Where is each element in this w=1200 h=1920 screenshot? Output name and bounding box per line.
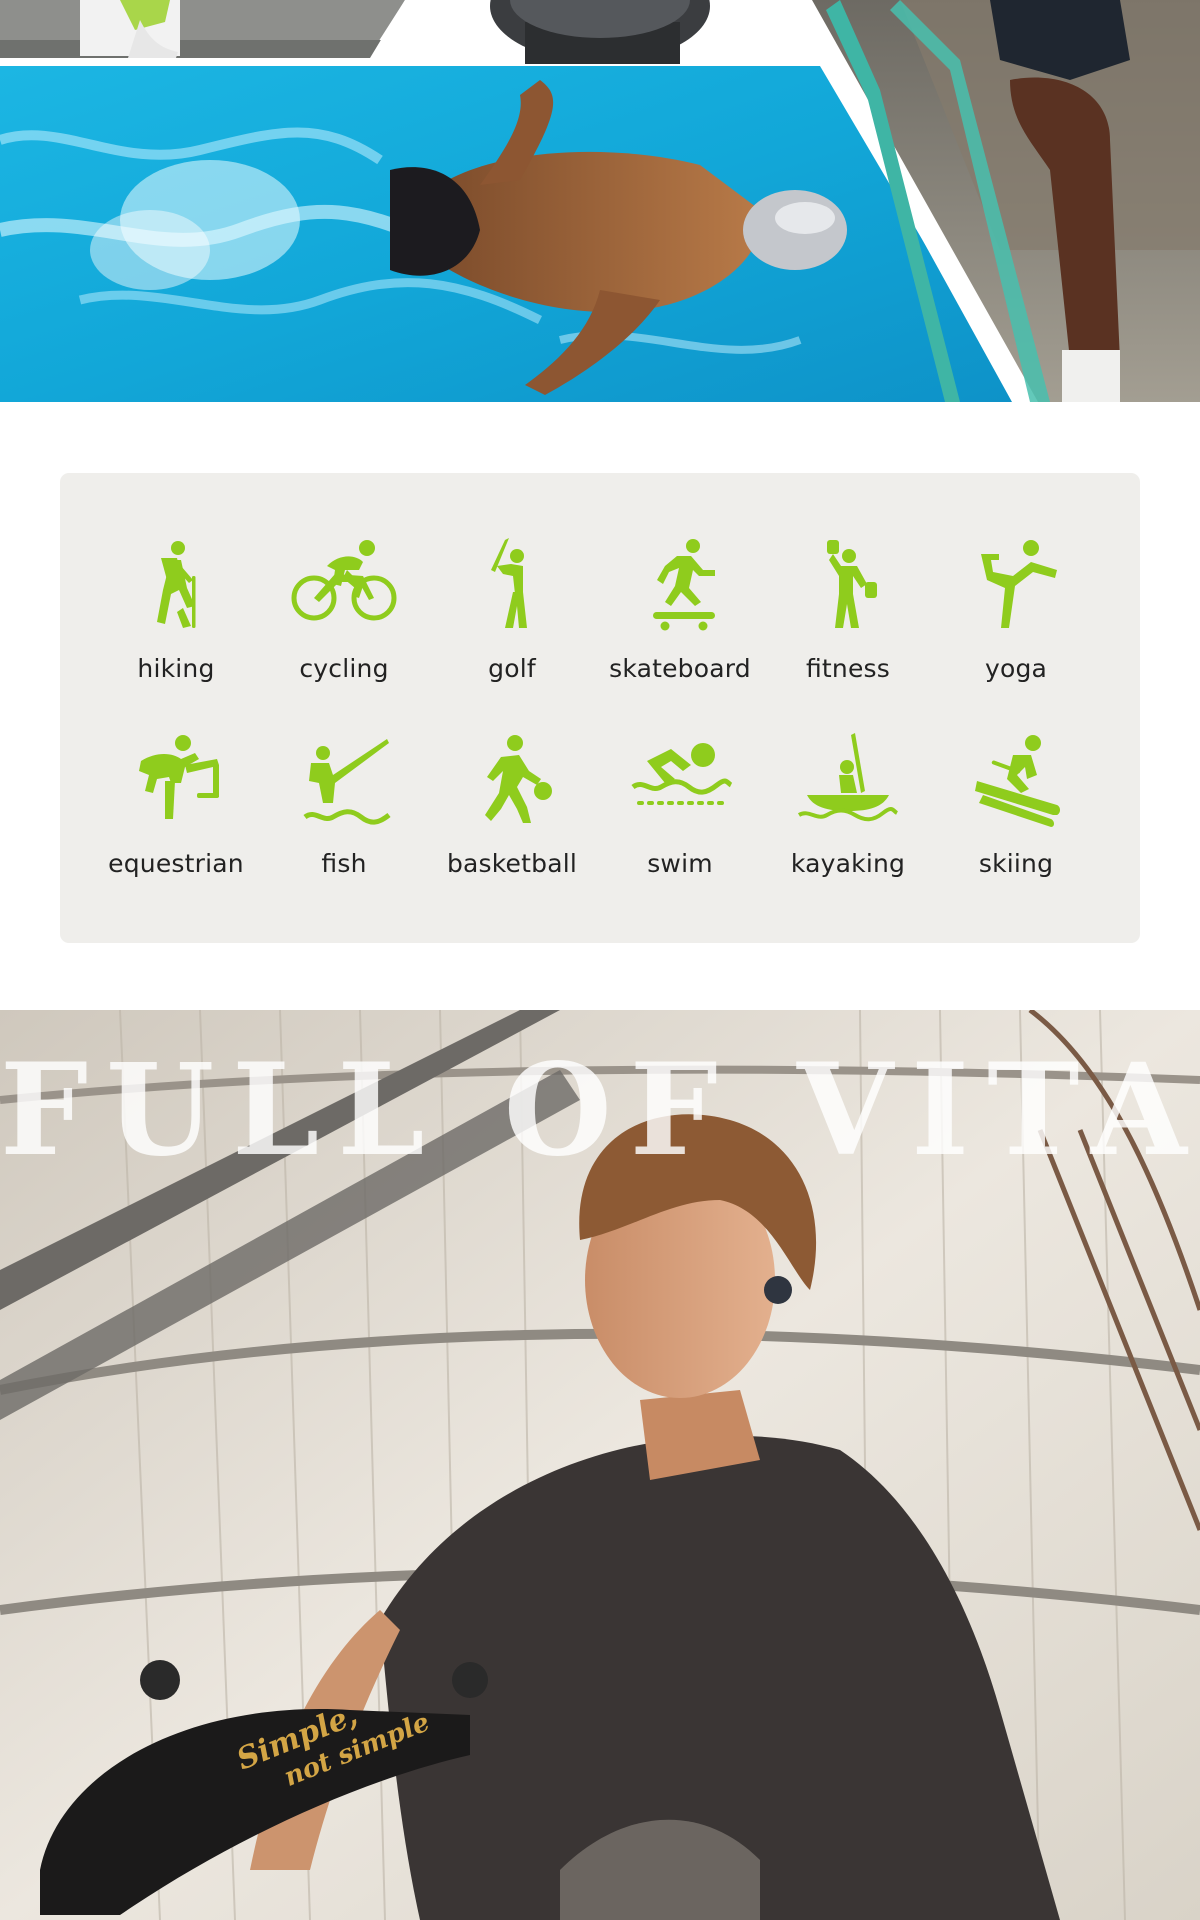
sport-label: equestrian xyxy=(108,849,244,878)
sport-item-swim: swim xyxy=(596,731,764,901)
kayaking-icon xyxy=(797,733,899,822)
sports-modes-panel: hiking cycling golf skateboard ﬁtness yo… xyxy=(60,473,1140,943)
sport-item-basketball: basketball xyxy=(428,731,596,901)
sport-label: skateboard xyxy=(609,654,751,683)
sport-label: hiking xyxy=(137,654,215,683)
skiing-icon xyxy=(975,735,1060,827)
basketball-icon xyxy=(485,735,552,823)
sport-item-hiking: hiking xyxy=(92,536,260,706)
yoga-icon xyxy=(981,540,1057,628)
sport-item-fish: ﬁsh xyxy=(260,731,428,901)
sport-label: skiing xyxy=(978,849,1054,878)
sport-item-skiing: skiing xyxy=(932,731,1100,901)
swim-icon xyxy=(631,743,733,805)
sport-label: ﬁsh xyxy=(321,849,367,878)
sport-label: kayaking xyxy=(790,849,906,878)
sport-item-equestrian: equestrian xyxy=(92,731,260,901)
sport-item-cycling: cycling xyxy=(260,536,428,706)
sport-label: golf xyxy=(488,654,536,683)
sport-item-skateboard: skateboard xyxy=(596,536,764,706)
fitness-icon xyxy=(827,540,877,628)
sport-label: cycling xyxy=(299,654,389,683)
lifestyle-photo: FULL OF VITALITY xyxy=(0,1010,1200,1920)
headline-vitality: FULL OF VITALITY xyxy=(0,1036,1200,1185)
cycling-icon xyxy=(291,540,397,621)
running-shoe-photo xyxy=(0,0,405,58)
smartwatch-photo xyxy=(370,0,800,64)
golf-icon xyxy=(491,538,527,628)
hiking-icon xyxy=(157,541,196,628)
sport-item-golf: golf xyxy=(428,536,596,706)
sport-label: swim xyxy=(647,849,713,878)
sport-item-kayaking: kayaking xyxy=(764,731,932,901)
sport-item-fitness: ﬁtness xyxy=(764,536,932,706)
hero-collage xyxy=(0,0,1200,402)
sport-label: ﬁtness xyxy=(805,654,891,683)
sport-label: basketball xyxy=(446,849,578,878)
sport-label: yoga xyxy=(984,654,1048,683)
equestrian-icon xyxy=(139,735,219,819)
hero-collage-art xyxy=(0,0,1200,402)
sport-item-yoga: yoga xyxy=(932,536,1100,706)
fish-icon xyxy=(303,739,391,825)
skateboard-icon xyxy=(653,539,715,631)
